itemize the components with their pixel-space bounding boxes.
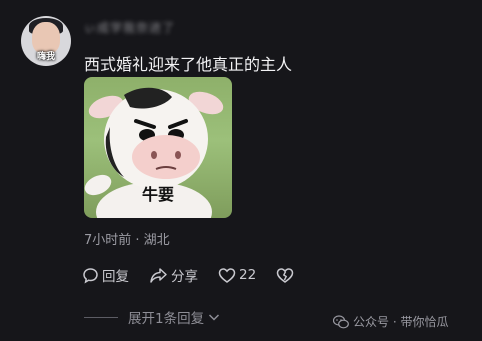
reply-icon (83, 267, 98, 284)
watermark: 公众号 · 带你恰瓜 (333, 313, 448, 330)
sticker-caption: 牛要 (141, 185, 174, 204)
dislike-button[interactable] (276, 267, 297, 284)
chevron-down-icon (209, 314, 220, 321)
action-bar: 回复 分享 22 (82, 265, 317, 285)
share-button[interactable]: 分享 (149, 265, 198, 285)
watermark-text: 公众号 · 带你恰瓜 (353, 315, 449, 329)
share-label: 分享 (171, 269, 198, 285)
wechat-icon (333, 314, 349, 328)
share-icon (150, 267, 167, 283)
expand-replies-label: 展开1条回复 (128, 311, 205, 327)
sticker-image[interactable]: 牛要 (84, 77, 232, 218)
expand-replies[interactable]: 展开1条回复 (84, 307, 220, 327)
avatar[interactable]: 嗨我 (21, 16, 71, 66)
reply-label: 回复 (102, 269, 129, 285)
divider-line (84, 316, 118, 318)
like-count: 22 (239, 267, 257, 283)
comment-meta: 7小时前 · 湖北 (84, 233, 170, 248)
reply-button[interactable]: 回复 (82, 265, 129, 285)
heart-icon (218, 267, 236, 283)
broken-heart-icon (276, 267, 294, 283)
comment-text: 西式婚礼迎来了他真正的主人 (84, 55, 293, 74)
username[interactable]: ぃ成学我奈进了 (84, 19, 264, 33)
avatar-tag: 嗨我 (36, 52, 55, 62)
like-button[interactable]: 22 (218, 267, 256, 284)
